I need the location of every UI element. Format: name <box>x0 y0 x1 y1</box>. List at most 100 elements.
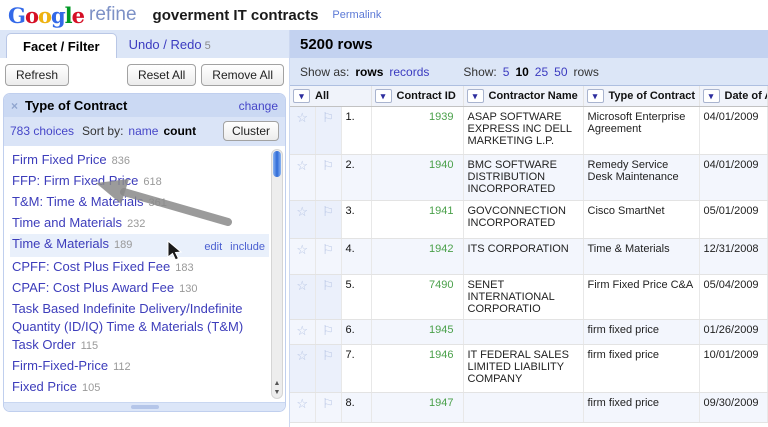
show-as-rows-selected[interactable]: rows <box>355 65 383 79</box>
flag-icon[interactable]: ⚐ <box>315 239 341 275</box>
cell-date-of-award[interactable]: 01/26/2009 <box>699 320 768 345</box>
facet-choice[interactable]: Fixed Price105 <box>10 377 269 398</box>
cell-contractor-name[interactable]: GOVCONNECTION INCORPORATED <box>463 201 583 239</box>
sort-by-label: Sort by: <box>82 124 123 138</box>
choices-count-link[interactable]: 783 choices <box>10 124 74 138</box>
cell-date-of-award[interactable]: 09/30/2009 <box>699 393 768 423</box>
choice-edit-link[interactable]: edit <box>204 241 222 253</box>
page-size-5-link[interactable]: 5 <box>503 65 510 79</box>
tab-facet-filter[interactable]: Facet / Filter <box>6 33 117 58</box>
flag-icon[interactable]: ⚐ <box>315 320 341 345</box>
star-icon[interactable]: ☆ <box>290 393 315 423</box>
cell-type-of-contract[interactable]: firm fixed price <box>583 320 699 345</box>
facet-choice[interactable]: CPFF: Cost Plus Fixed Fee183 <box>10 257 269 278</box>
flag-icon[interactable]: ⚐ <box>315 393 341 423</box>
flag-icon[interactable]: ⚐ <box>315 155 341 201</box>
cell-contractor-name[interactable]: SENET INTERNATIONAL CORPORATIO <box>463 275 583 320</box>
view-toolbar: Show as: rows records Show: 5 10 25 50 r… <box>290 58 768 86</box>
project-title: goverment IT contracts <box>153 7 319 24</box>
cell-contract-id[interactable]: 1942 <box>371 239 463 275</box>
show-as-records-link[interactable]: records <box>389 65 429 79</box>
cell-contractor-name[interactable]: ASAP SOFTWARE EXPRESS INC DELL MARKETING… <box>463 107 583 155</box>
facet-change-link[interactable]: change <box>239 99 278 113</box>
cell-contractor-name[interactable]: BMC SOFTWARE DISTRIBUTION INCORPORATED <box>463 155 583 201</box>
cell-contract-id[interactable]: 1945 <box>371 320 463 345</box>
choice-include-link[interactable]: include <box>230 241 265 253</box>
cell-date-of-award[interactable]: 04/01/2009 <box>699 107 768 155</box>
reset-all-button[interactable]: Reset All <box>127 64 196 86</box>
row-index: 2. <box>341 155 371 201</box>
page-size-25-link[interactable]: 25 <box>535 65 548 79</box>
cell-type-of-contract[interactable]: Firm Fixed Price C&A <box>583 275 699 320</box>
star-icon[interactable]: ☆ <box>290 239 315 275</box>
page-size-50-link[interactable]: 50 <box>554 65 567 79</box>
row-index: 8. <box>341 393 371 423</box>
table-row: ☆ ⚐ 5. 7490 SENET INTERNATIONAL CORPORAT… <box>290 275 768 320</box>
type-of-contract-dropdown-icon[interactable]: ▾ <box>587 89 604 103</box>
facet-choice-hovered[interactable]: Time & Materials189 editinclude <box>10 234 269 257</box>
data-grid: ▾All ▾Contract ID ▾Contractor Name ▾Type… <box>290 86 768 423</box>
facet-choice[interactable]: Time and Materials232 <box>10 213 269 234</box>
all-dropdown-icon[interactable]: ▾ <box>293 89 310 103</box>
flag-icon[interactable]: ⚐ <box>315 107 341 155</box>
date-of-award-dropdown-icon[interactable]: ▾ <box>703 89 720 103</box>
cell-contractor-name[interactable] <box>463 393 583 423</box>
facet-choice[interactable]: Task Based Indefinite Delivery/Indefinit… <box>10 299 269 356</box>
left-tabbar: Facet / Filter Undo / Redo5 <box>0 30 289 58</box>
sort-by-name-link[interactable]: name <box>128 124 158 138</box>
cell-type-of-contract[interactable]: Microsoft Enterprise Agreement <box>583 107 699 155</box>
remove-all-button[interactable]: Remove All <box>201 64 284 86</box>
tab-undo-redo[interactable]: Undo / Redo5 <box>117 32 223 58</box>
scrollbar-thumb[interactable] <box>273 151 281 177</box>
sort-by-count-selected[interactable]: count <box>163 124 196 138</box>
permalink-link[interactable]: Permalink <box>332 9 381 21</box>
star-icon[interactable]: ☆ <box>290 155 315 201</box>
row-index: 5. <box>341 275 371 320</box>
cell-contract-id[interactable]: 1939 <box>371 107 463 155</box>
cell-date-of-award[interactable]: 04/01/2009 <box>699 155 768 201</box>
facet-choice[interactable]: Firm-Fixed-Price112 <box>10 356 269 377</box>
row-index: 6. <box>341 320 371 345</box>
facet-choice[interactable]: T&M: Time & Materials361 <box>10 192 269 213</box>
cell-contractor-name[interactable] <box>463 320 583 345</box>
contract-id-dropdown-icon[interactable]: ▾ <box>375 89 392 103</box>
cell-date-of-award[interactable]: 05/01/2009 <box>699 201 768 239</box>
cell-type-of-contract[interactable]: Time & Materials <box>583 239 699 275</box>
cell-date-of-award[interactable]: 12/31/2008 <box>699 239 768 275</box>
cell-contract-id[interactable]: 1941 <box>371 201 463 239</box>
contractor-name-dropdown-icon[interactable]: ▾ <box>467 89 484 103</box>
facet-resize-handle[interactable] <box>4 402 285 411</box>
cell-date-of-award[interactable]: 10/01/2009 <box>699 345 768 393</box>
flag-icon[interactable]: ⚐ <box>315 275 341 320</box>
cell-contract-id[interactable]: 1946 <box>371 345 463 393</box>
star-icon[interactable]: ☆ <box>290 107 315 155</box>
cell-contractor-name[interactable]: IT FEDERAL SALES LIMITED LIABILITY COMPA… <box>463 345 583 393</box>
star-icon[interactable]: ☆ <box>290 275 315 320</box>
flag-icon[interactable]: ⚐ <box>315 201 341 239</box>
scroll-down-icon[interactable]: ▼ <box>272 388 282 397</box>
column-header-all: ▾All <box>290 86 371 107</box>
star-icon[interactable]: ☆ <box>290 345 315 393</box>
close-icon[interactable]: × <box>11 99 18 113</box>
scroll-up-icon[interactable]: ▲ <box>272 379 282 388</box>
flag-icon[interactable]: ⚐ <box>315 345 341 393</box>
cell-type-of-contract[interactable]: firm fixed price <box>583 345 699 393</box>
facet-choice[interactable]: CPAF: Cost Plus Award Fee130 <box>10 278 269 299</box>
cluster-button[interactable]: Cluster <box>223 121 279 141</box>
cell-contractor-name[interactable]: ITS CORPORATION <box>463 239 583 275</box>
cell-type-of-contract[interactable]: Remedy Service Desk Maintenance <box>583 155 699 201</box>
cell-contract-id[interactable]: 1940 <box>371 155 463 201</box>
cell-type-of-contract[interactable]: firm fixed price <box>583 393 699 423</box>
facet-scrollbar[interactable]: ▲ ▼ <box>271 149 283 399</box>
facet-choice[interactable]: FFP: Firm Fixed Price618 <box>10 171 269 192</box>
cell-contract-id[interactable]: 1947 <box>371 393 463 423</box>
star-icon[interactable]: ☆ <box>290 201 315 239</box>
page-size-10-selected[interactable]: 10 <box>515 65 528 79</box>
cell-contract-id[interactable]: 7490 <box>371 275 463 320</box>
star-icon[interactable]: ☆ <box>290 320 315 345</box>
facet-choice[interactable]: Firm Fixed Price836 <box>10 150 269 171</box>
refresh-button[interactable]: Refresh <box>5 64 69 86</box>
cell-type-of-contract[interactable]: Cisco SmartNet <box>583 201 699 239</box>
cell-date-of-award[interactable]: 05/04/2009 <box>699 275 768 320</box>
facet-panel: Facet / Filter Undo / Redo5 Refresh Rese… <box>0 30 290 427</box>
